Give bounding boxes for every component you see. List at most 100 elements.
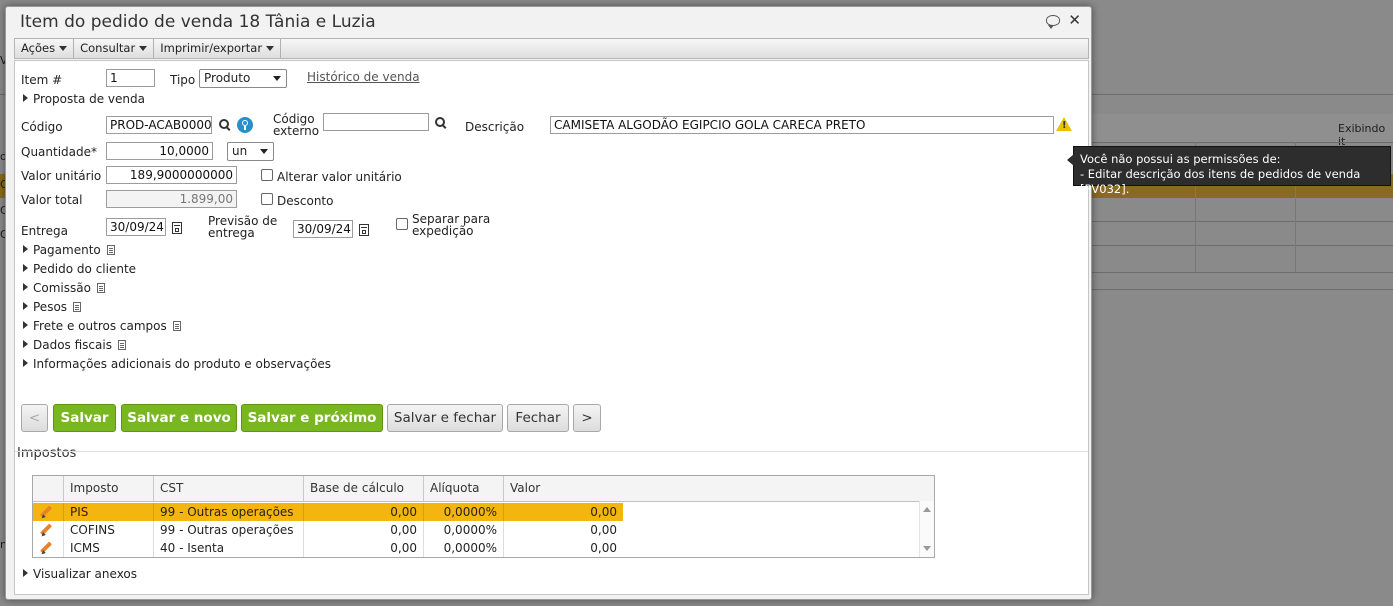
edit-pencil-icon[interactable] [39, 523, 53, 537]
salvar-e-proximo-button[interactable]: Salvar e próximo [241, 404, 383, 432]
codigo-input[interactable]: PROD-ACAB000001 [106, 116, 212, 134]
menu-consultar[interactable]: Consultar [74, 39, 155, 58]
menu-imprimir-label: Imprimir/exportar [160, 41, 263, 55]
section-comissao[interactable]: Comissão [23, 281, 105, 295]
alterar-valor-checkbox[interactable] [261, 169, 273, 181]
chevron-down-icon [260, 149, 268, 154]
table-row[interactable]: PIS 99 - Outras operações 0,00 0,0000% 0… [33, 503, 920, 521]
calendar-icon[interactable] [172, 222, 182, 234]
table-row[interactable]: ICMS 40 - Isenta 0,00 0,0000% 0,00 [33, 539, 920, 557]
background-exibindo-label: Exibindo it [1338, 122, 1386, 148]
column-header[interactable]: Base de cálculo [303, 476, 423, 501]
cell-imposto: COFINS [63, 521, 153, 539]
section-pesos[interactable]: Pesos [23, 300, 82, 314]
item-pedido-dialog: Item do pedido de venda 18 Tânia e Luzia… [5, 6, 1092, 600]
section-pagamento[interactable]: Pagamento [23, 243, 115, 257]
anexos-label: Visualizar anexos [33, 567, 138, 581]
column-header[interactable]: Valor [503, 476, 934, 501]
menubar: Ações Consultar Imprimir/exportar [14, 38, 1089, 59]
previsao-entrega-input[interactable]: 30/09/24 [293, 220, 353, 238]
cell-valor: 0,00 [503, 539, 623, 557]
valor-unitario-input[interactable]: 189,9000000000 [106, 166, 237, 184]
column-header[interactable]: Alíquota [423, 476, 503, 501]
section-dados-fiscais[interactable]: Dados fiscais [23, 338, 126, 352]
item-number-input[interactable]: 1 [106, 69, 155, 87]
search-icon[interactable] [219, 119, 231, 131]
edit-pencil-icon[interactable] [39, 505, 53, 519]
codigo-externo-input[interactable] [323, 113, 429, 131]
section-label: Pesos [33, 300, 68, 314]
codigo-externo-label: Código externo [273, 112, 320, 138]
cell-cst: 99 - Outras operações [153, 503, 303, 521]
entrega-input[interactable]: 30/09/24 [106, 218, 166, 236]
menu-imprimir-exportar[interactable]: Imprimir/exportar [154, 39, 282, 58]
valor-total-input: 1.899,00 [106, 190, 237, 208]
proposta-venda-toggle[interactable]: Proposta de venda [23, 92, 145, 106]
section-label: Comissão [33, 281, 91, 295]
menu-acoes[interactable]: Ações [15, 39, 75, 58]
permission-tooltip: Você não possui as permissões de: - Edit… [1067, 146, 1391, 196]
menu-acoes-label: Ações [21, 41, 56, 55]
desconto-checkbox[interactable] [261, 193, 273, 205]
fechar-button[interactable]: Fechar [507, 404, 569, 432]
cell-valor: 0,00 [503, 521, 623, 539]
tooltip-line: Você não possui as permissões de: [1080, 152, 1281, 166]
document-icon [73, 302, 82, 312]
expand-arrow-icon [23, 321, 28, 329]
document-icon [106, 245, 115, 255]
scroll-up-icon[interactable] [923, 507, 931, 512]
edit-pencil-icon[interactable] [39, 541, 53, 555]
expand-arrow-icon [23, 340, 28, 348]
visualizar-anexos-toggle[interactable]: Visualizar anexos [23, 567, 137, 581]
previous-button[interactable]: < [21, 404, 48, 432]
section-label: Pedido do cliente [33, 262, 137, 276]
caret-down-icon [266, 46, 275, 51]
document-icon [96, 283, 105, 293]
unidade-select-value: un [232, 144, 248, 158]
cell-valor: 0,00 [503, 503, 623, 521]
section-informacoes-adicionais[interactable]: Informações adicionais do produto e obse… [23, 357, 331, 371]
cell-imposto: PIS [63, 503, 153, 521]
scroll-down-icon[interactable] [923, 546, 931, 551]
table-header: Imposto CST Base de cálculo Alíquota Val… [33, 476, 934, 502]
expand-arrow-icon [23, 359, 28, 367]
table-row[interactable]: COFINS 99 - Outras operações 0,00 0,0000… [33, 521, 920, 539]
key-icon[interactable] [237, 117, 253, 133]
search-icon[interactable] [435, 117, 447, 129]
cell-aliquota: 0,0000% [423, 503, 503, 521]
valor-total-label: Valor total [21, 193, 83, 207]
caret-down-icon [139, 46, 148, 51]
section-frete[interactable]: Frete e outros campos [23, 319, 181, 333]
document-icon [117, 340, 126, 350]
column-header[interactable]: Imposto [63, 476, 153, 501]
impostos-title: Impostos [17, 446, 77, 461]
cell-imposto: ICMS [63, 539, 153, 557]
salvar-e-novo-button[interactable]: Salvar e novo [121, 404, 237, 432]
historico-venda-link[interactable]: Histórico de venda [307, 70, 420, 84]
salvar-e-fechar-button[interactable]: Salvar e fechar [387, 404, 503, 432]
expand-arrow-icon [23, 302, 28, 310]
chat-icon[interactable] [1046, 14, 1061, 29]
cell-aliquota: 0,0000% [423, 539, 503, 557]
table-scrollbar[interactable] [919, 501, 934, 557]
salvar-button[interactable]: Salvar [53, 404, 116, 432]
calendar-icon[interactable] [359, 224, 369, 236]
next-button[interactable]: > [573, 404, 601, 432]
close-icon[interactable]: ✕ [1068, 13, 1081, 28]
cell-cst: 40 - Isenta [153, 539, 303, 557]
descricao-input[interactable]: CAMISETA ALGODÃO EGIPCIO GOLA CARECA PRE… [550, 116, 1054, 134]
section-label: Dados fiscais [33, 338, 112, 352]
codigo-label: Código [21, 120, 63, 134]
quantidade-input[interactable]: 10,0000 [106, 142, 213, 160]
proposta-label: Proposta de venda [33, 92, 145, 106]
cell-base: 0,00 [303, 503, 423, 521]
separar-expedicao-checkbox[interactable] [396, 218, 408, 230]
expand-arrow-icon [23, 569, 28, 577]
tipo-select[interactable]: Produto [199, 69, 287, 88]
section-pedido-cliente[interactable]: Pedido do cliente [23, 262, 136, 276]
warning-icon[interactable] [1056, 117, 1072, 131]
column-header[interactable]: CST [153, 476, 303, 501]
valor-unitario-label: Valor unitário [21, 169, 102, 183]
chevron-down-icon [273, 76, 281, 81]
unidade-select[interactable]: un [227, 142, 274, 161]
